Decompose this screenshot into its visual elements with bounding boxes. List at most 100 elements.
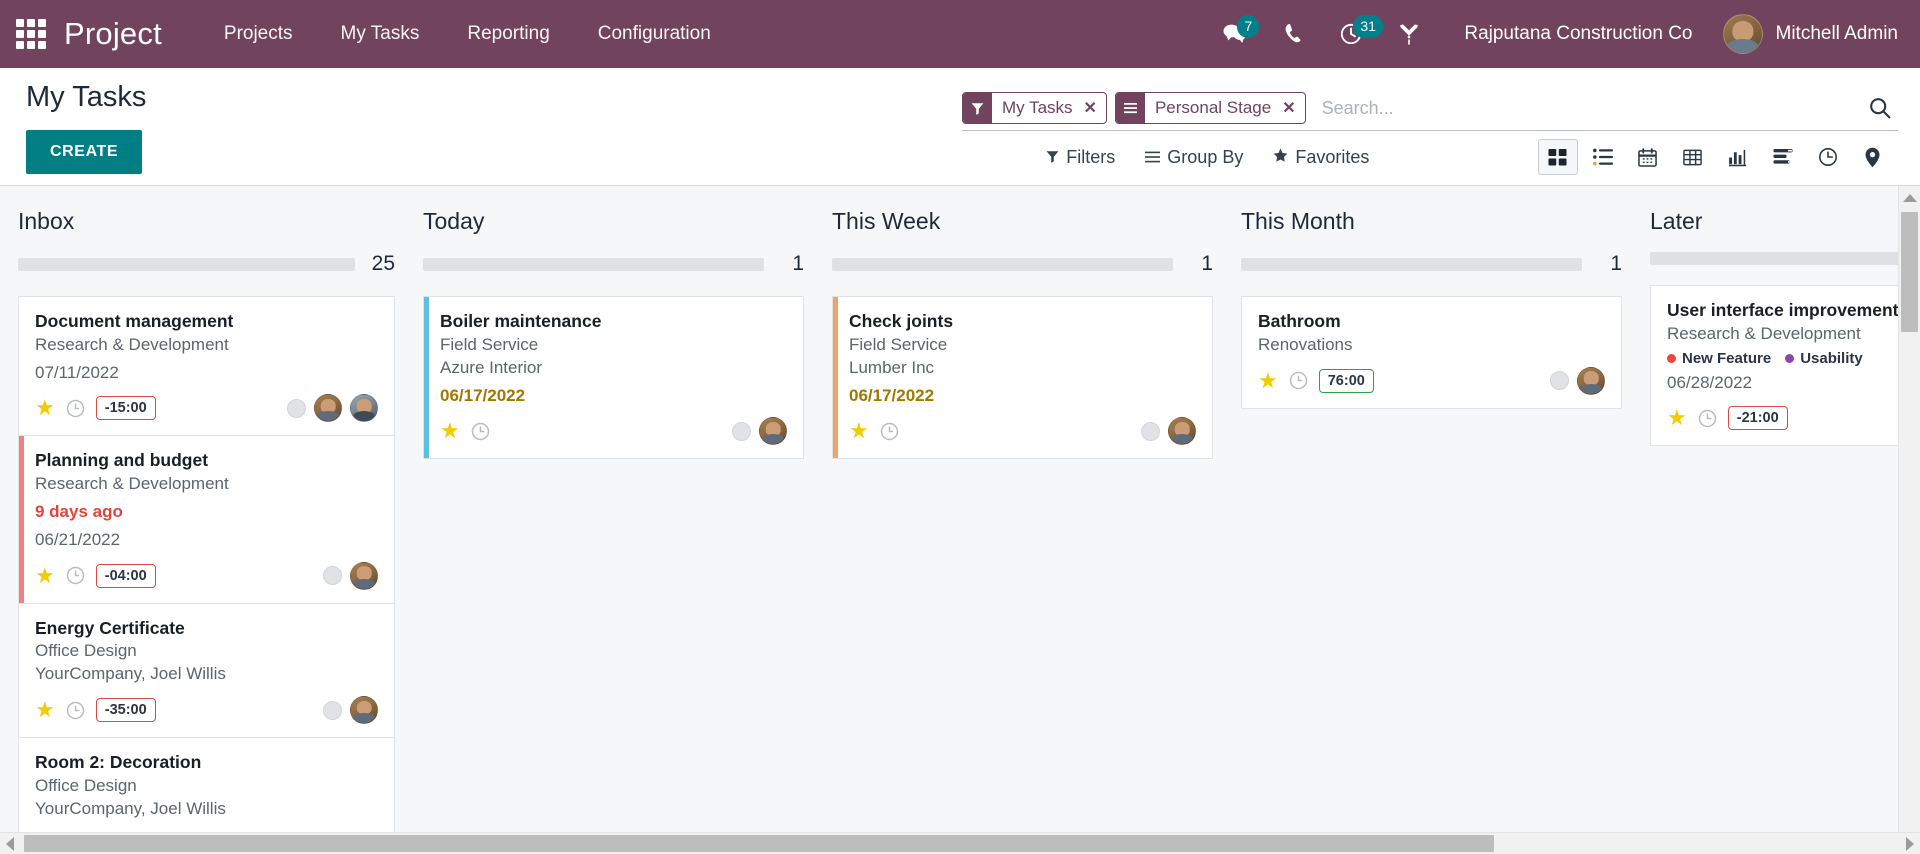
- facet-label: My Tasks: [1002, 98, 1073, 117]
- app-brand-project[interactable]: Project: [64, 16, 162, 52]
- card-time-badge[interactable]: 76:00: [1318, 368, 1374, 393]
- kanban-card[interactable]: Room 2: Decoration Office Design YourCom…: [18, 738, 395, 834]
- kanban-column-count[interactable]: 1: [1187, 252, 1213, 276]
- clock-icon[interactable]: [66, 399, 85, 418]
- kanban-progress-bar[interactable]: [423, 257, 764, 271]
- apps-grid-icon[interactable]: [14, 17, 48, 51]
- clock-icon[interactable]: [880, 422, 899, 441]
- kanban-card[interactable]: Document management Research & Developme…: [18, 296, 395, 437]
- kanban-progress-bar[interactable]: [18, 257, 355, 271]
- star-icon[interactable]: ★: [440, 420, 460, 442]
- star-icon[interactable]: ★: [1667, 407, 1687, 429]
- filters-dropdown[interactable]: Filters: [1046, 147, 1115, 168]
- clock-icon[interactable]: [66, 701, 85, 720]
- card-customer: YourCompany, Joel Willis: [35, 664, 226, 684]
- card-tag[interactable]: New Feature: [1667, 350, 1771, 367]
- card-status-circle[interactable]: [287, 398, 306, 418]
- list-view-button[interactable]: [1583, 139, 1623, 175]
- kanban-column-count[interactable]: 1: [778, 252, 804, 276]
- calendar-view-button[interactable]: [1628, 139, 1668, 175]
- kanban-card[interactable]: Energy Certificate Office Design YourCom…: [18, 603, 395, 739]
- company-switcher[interactable]: Rajputana Construction Co: [1438, 15, 1712, 53]
- horizontal-scrollbar[interactable]: [0, 832, 1920, 854]
- activity-view-button[interactable]: [1808, 139, 1848, 175]
- create-button[interactable]: CREATE: [26, 129, 143, 174]
- kanban-column-title[interactable]: Inbox: [18, 208, 395, 235]
- filters-label: Filters: [1066, 146, 1116, 167]
- map-view-button[interactable]: [1853, 139, 1893, 175]
- card-status-circle[interactable]: [1141, 421, 1160, 441]
- kanban-card[interactable]: Bathroom Renovations ★ 76:00: [1241, 296, 1622, 409]
- card-status-circle[interactable]: [323, 700, 342, 720]
- search-input[interactable]: [1313, 93, 1858, 123]
- card-footer-right: [287, 394, 378, 423]
- star-icon[interactable]: ★: [35, 564, 55, 587]
- group-by-dropdown[interactable]: Group By: [1145, 147, 1243, 168]
- menu-item-projects[interactable]: Projects: [200, 13, 317, 55]
- star-icon[interactable]: ★: [35, 699, 55, 721]
- kanban-column-title[interactable]: This Week: [832, 208, 1213, 235]
- clock-icon[interactable]: [1698, 409, 1717, 428]
- avatar[interactable]: [1577, 366, 1605, 395]
- menu-item-reporting[interactable]: Reporting: [443, 13, 573, 55]
- kanban-column-title[interactable]: Today: [423, 208, 804, 235]
- activity-clock-icon[interactable]: 31: [1322, 9, 1383, 59]
- card-time-badge[interactable]: -04:00: [95, 563, 156, 588]
- scroll-up-arrow[interactable]: [1902, 194, 1917, 202]
- avatar[interactable]: [314, 394, 342, 423]
- wrench-tools-icon[interactable]: [1380, 9, 1438, 59]
- close-icon[interactable]: ✕: [1081, 93, 1106, 123]
- avatar[interactable]: [759, 417, 787, 446]
- graph-view-button[interactable]: [1718, 139, 1758, 175]
- menu-item-configuration[interactable]: Configuration: [574, 13, 735, 55]
- search-facet-my-tasks[interactable]: My Tasks ✕: [962, 92, 1107, 124]
- messages-icon[interactable]: 7: [1206, 9, 1264, 59]
- kanban-column-count[interactable]: 1: [1596, 252, 1622, 276]
- card-footer-right: [732, 417, 787, 446]
- kanban-card[interactable]: Planning and budget Research & Developme…: [18, 436, 395, 604]
- clock-icon[interactable]: [66, 566, 85, 585]
- kanban-progress-bar[interactable]: [1650, 252, 1920, 265]
- kanban-column-count[interactable]: 25: [369, 252, 395, 276]
- favorites-dropdown[interactable]: Favorites: [1273, 147, 1369, 168]
- kanban-card[interactable]: User interface improvements Research & D…: [1650, 285, 1920, 447]
- search-facet-personal-stage[interactable]: Personal Stage ✕: [1114, 92, 1306, 124]
- avatar[interactable]: [350, 561, 378, 590]
- card-time-badge[interactable]: -35:00: [95, 698, 156, 723]
- card-time-badge[interactable]: -21:00: [1727, 406, 1788, 431]
- star-icon[interactable]: ★: [35, 397, 55, 419]
- avatar[interactable]: [350, 696, 378, 725]
- menu-item-my-tasks[interactable]: My Tasks: [317, 13, 444, 55]
- avatar[interactable]: [1168, 417, 1196, 446]
- avatar[interactable]: [350, 394, 378, 423]
- kanban-column: Today 1 Boiler maintenance Field Service…: [409, 186, 818, 854]
- search-magnifier-icon[interactable]: [1858, 94, 1898, 122]
- card-status-circle[interactable]: [323, 566, 342, 586]
- kanban-progress-bar[interactable]: [1241, 257, 1582, 271]
- vertical-scroll-thumb[interactable]: [1901, 212, 1918, 332]
- star-icon[interactable]: ★: [1258, 369, 1278, 392]
- kanban-card[interactable]: Check joints Field Service Lumber Inc 06/…: [832, 296, 1213, 460]
- card-time-badge[interactable]: -15:00: [95, 396, 156, 421]
- kanban-column-title[interactable]: Later: [1650, 208, 1920, 235]
- clock-icon[interactable]: [471, 422, 490, 441]
- card-status-circle[interactable]: [732, 421, 751, 441]
- user-menu[interactable]: Mitchell Admin: [1713, 14, 1898, 54]
- clock-icon[interactable]: [1289, 371, 1308, 390]
- horizontal-scroll-thumb[interactable]: [24, 835, 1494, 852]
- kanban-view-button[interactable]: [1537, 139, 1578, 175]
- phone-icon[interactable]: [1264, 9, 1322, 59]
- kanban-card[interactable]: Boiler maintenance Field Service Azure I…: [423, 296, 804, 460]
- vertical-scrollbar[interactable]: [1898, 186, 1920, 854]
- card-status-circle[interactable]: [1550, 371, 1569, 391]
- gantt-view-button[interactable]: [1763, 139, 1803, 175]
- scroll-left-arrow[interactable]: [6, 836, 14, 851]
- star-icon[interactable]: ★: [849, 420, 869, 442]
- card-tag[interactable]: Usability: [1785, 350, 1863, 367]
- close-icon[interactable]: ✕: [1279, 93, 1304, 123]
- pivot-view-button[interactable]: [1673, 139, 1713, 175]
- kanban-column-progress-row: 25: [18, 252, 395, 276]
- scroll-right-arrow[interactable]: [1906, 836, 1914, 851]
- kanban-column-title[interactable]: This Month: [1241, 208, 1622, 235]
- kanban-progress-bar[interactable]: [832, 257, 1173, 271]
